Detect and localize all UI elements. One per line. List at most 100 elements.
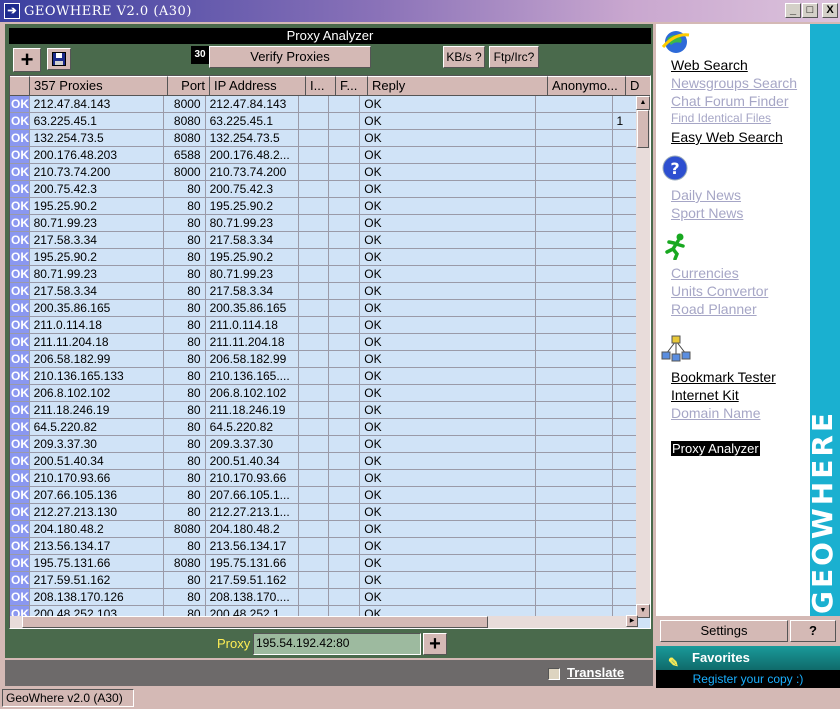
maximize-button[interactable]: □ <box>802 3 818 18</box>
table-row[interactable]: OK 195.25.90.2 80 195.25.90.2 OK <box>10 249 638 266</box>
table-row[interactable]: OK 212.27.213.130 80 212.27.213.1... OK <box>10 504 638 521</box>
add-proxy-button[interactable]: + <box>13 48 41 72</box>
proxy-input[interactable]: 195.54.192.42:80 <box>253 633 421 655</box>
table-row[interactable]: OK 211.18.246.19 80 211.18.246.19 OK <box>10 402 638 419</box>
table-row[interactable]: OK 217.58.3.34 80 217.58.3.34 OK <box>10 232 638 249</box>
close-button[interactable]: X <box>822 3 838 18</box>
horizontal-scroll-thumb[interactable] <box>22 616 488 628</box>
table-row[interactable]: OK 200.35.86.165 80 200.35.86.165 OK <box>10 300 638 317</box>
table-cell <box>328 555 361 572</box>
nav-currencies[interactable]: Currencies <box>671 265 739 281</box>
table-row[interactable]: OK 64.5.220.82 80 64.5.220.82 OK <box>10 419 638 436</box>
table-row[interactable]: OK 217.58.3.34 80 217.58.3.34 OK <box>10 283 638 300</box>
column-header[interactable]: Port <box>168 76 210 96</box>
table-row[interactable]: OK 206.58.182.99 80 206.58.182.99 OK <box>10 351 638 368</box>
thread-count-field[interactable]: 30 <box>191 46 209 64</box>
table-cell: 200.51.40.34 <box>205 453 300 470</box>
table-row[interactable]: OK 210.136.165.133 80 210.136.165.... OK <box>10 368 638 385</box>
table-cell <box>536 368 613 385</box>
column-header[interactable]: F... <box>336 76 368 96</box>
table-cell <box>299 402 329 419</box>
nav-proxy-analyzer[interactable]: Proxy Analyzer <box>671 441 760 456</box>
add-proxy-entry-button[interactable]: + <box>423 633 447 655</box>
table-cell <box>299 232 329 249</box>
title-bar[interactable]: ➔ GEOWHERE V2.0 (A30) _ □ X <box>0 0 840 22</box>
column-header[interactable]: IP Address <box>210 76 306 96</box>
save-button[interactable] <box>47 48 71 70</box>
translate-link[interactable]: Translate <box>567 665 624 680</box>
table-row[interactable]: OK 200.51.40.34 80 200.51.40.34 OK <box>10 453 638 470</box>
column-header[interactable] <box>10 76 30 96</box>
table-cell: OK <box>360 181 537 198</box>
vertical-scrollbar[interactable]: ▲ ▼ <box>636 96 650 618</box>
running-man-icon <box>665 233 685 260</box>
ftp-irc-test-button[interactable]: Ftp/Irc? <box>489 46 539 68</box>
nav-road-planner[interactable]: Road Planner <box>671 301 757 317</box>
register-link[interactable]: Register your copy :) <box>656 670 840 688</box>
table-row[interactable]: OK 200.176.48.203 6588 200.176.48.2... OK <box>10 147 638 164</box>
help-button[interactable]: ? <box>790 620 836 642</box>
nav-chat-forum-finder[interactable]: Chat Forum Finder <box>671 93 788 109</box>
nav-daily-news[interactable]: Daily News <box>671 187 741 203</box>
nav-sport-news[interactable]: Sport News <box>671 205 743 221</box>
table-row[interactable]: OK 63.225.45.1 8080 63.225.45.1 OK 1 <box>10 113 638 130</box>
column-header[interactable]: Anonymo... <box>548 76 626 96</box>
table-row[interactable]: OK 213.56.134.17 80 213.56.134.17 OK <box>10 538 638 555</box>
table-cell: 80.71.99.23 <box>205 266 300 283</box>
table-row[interactable]: OK 204.180.48.2 8080 204.180.48.2 OK <box>10 521 638 538</box>
favorites-button[interactable]: ✎ Favorites <box>656 646 840 670</box>
nav-bookmark-tester[interactable]: Bookmark Tester <box>671 369 776 385</box>
nav-newsgroups-search[interactable]: Newsgroups Search <box>671 75 797 91</box>
table-cell <box>612 215 638 232</box>
horizontal-scrollbar[interactable]: ▶ <box>10 615 638 628</box>
table-cell: 80 <box>164 368 206 385</box>
nav-units-convertor[interactable]: Units Convertor <box>671 283 768 299</box>
table-cell <box>328 249 361 266</box>
scroll-up-arrow-icon[interactable]: ▲ <box>636 96 650 110</box>
table-cell: 200.75.42.3 <box>29 181 165 198</box>
table-cell: OK <box>360 351 537 368</box>
table-cell <box>612 198 638 215</box>
table-row[interactable]: OK 209.3.37.30 80 209.3.37.30 OK <box>10 436 638 453</box>
table-cell: OK <box>360 521 537 538</box>
vertical-scroll-thumb[interactable] <box>637 110 649 148</box>
kbs-test-button[interactable]: KB/s ? <box>443 46 485 68</box>
table-row[interactable]: OK 200.75.42.3 80 200.75.42.3 OK <box>10 181 638 198</box>
nav-easy-web-search[interactable]: Easy Web Search <box>671 129 783 145</box>
table-row[interactable]: OK 80.71.99.23 80 80.71.99.23 OK <box>10 266 638 283</box>
table-row[interactable]: OK 210.170.93.66 80 210.170.93.66 OK <box>10 470 638 487</box>
table-cell: 206.8.102.102 <box>205 385 300 402</box>
table-row[interactable]: OK 208.138.170.126 80 208.138.170.... OK <box>10 589 638 606</box>
column-header[interactable]: 357 Proxies <box>30 76 168 96</box>
table-cell <box>536 96 613 113</box>
nav-domain-name[interactable]: Domain Name <box>671 405 760 421</box>
table-row[interactable]: OK 132.254.73.5 8080 132.254.73.5 OK <box>10 130 638 147</box>
table-row[interactable]: OK 211.0.114.18 80 211.0.114.18 OK <box>10 317 638 334</box>
table-row[interactable]: OK 195.25.90.2 80 195.25.90.2 OK <box>10 198 638 215</box>
nav-web-search[interactable]: Web Search <box>671 57 748 73</box>
table-cell <box>612 164 638 181</box>
column-header[interactable]: D <box>626 76 650 96</box>
table-cell <box>328 436 361 453</box>
minimize-button[interactable]: _ <box>785 3 801 18</box>
settings-button[interactable]: Settings <box>660 620 788 642</box>
table-cell <box>612 317 638 334</box>
table-row[interactable]: OK 80.71.99.23 80 80.71.99.23 OK <box>10 215 638 232</box>
column-header[interactable]: I... <box>306 76 336 96</box>
table-row[interactable]: OK 217.59.51.162 80 217.59.51.162 OK <box>10 572 638 589</box>
column-header[interactable]: Reply <box>368 76 548 96</box>
table-row[interactable]: OK 207.66.105.136 80 207.66.105.1... OK <box>10 487 638 504</box>
nav-internet-kit[interactable]: Internet Kit <box>671 387 739 403</box>
table-row[interactable]: OK 212.47.84.143 8000 212.47.84.143 OK <box>10 96 638 113</box>
app-arrow-icon[interactable]: ➔ <box>4 3 20 19</box>
table-row[interactable]: OK 210.73.74.200 8000 210.73.74.200 OK <box>10 164 638 181</box>
table-cell: OK <box>360 487 537 504</box>
scroll-right-arrow-icon[interactable]: ▶ <box>626 615 638 627</box>
table-row[interactable]: OK 206.8.102.102 80 206.8.102.102 OK <box>10 385 638 402</box>
translate-checkbox[interactable] <box>548 668 560 680</box>
table-row[interactable]: OK 211.11.204.18 80 211.11.204.18 OK <box>10 334 638 351</box>
scroll-down-arrow-icon[interactable]: ▼ <box>636 604 650 618</box>
verify-proxies-button[interactable]: Verify Proxies <box>209 46 371 68</box>
nav-find-identical-files[interactable]: Find Identical Files <box>671 111 771 125</box>
table-row[interactable]: OK 195.75.131.66 8080 195.75.131.66 OK <box>10 555 638 572</box>
